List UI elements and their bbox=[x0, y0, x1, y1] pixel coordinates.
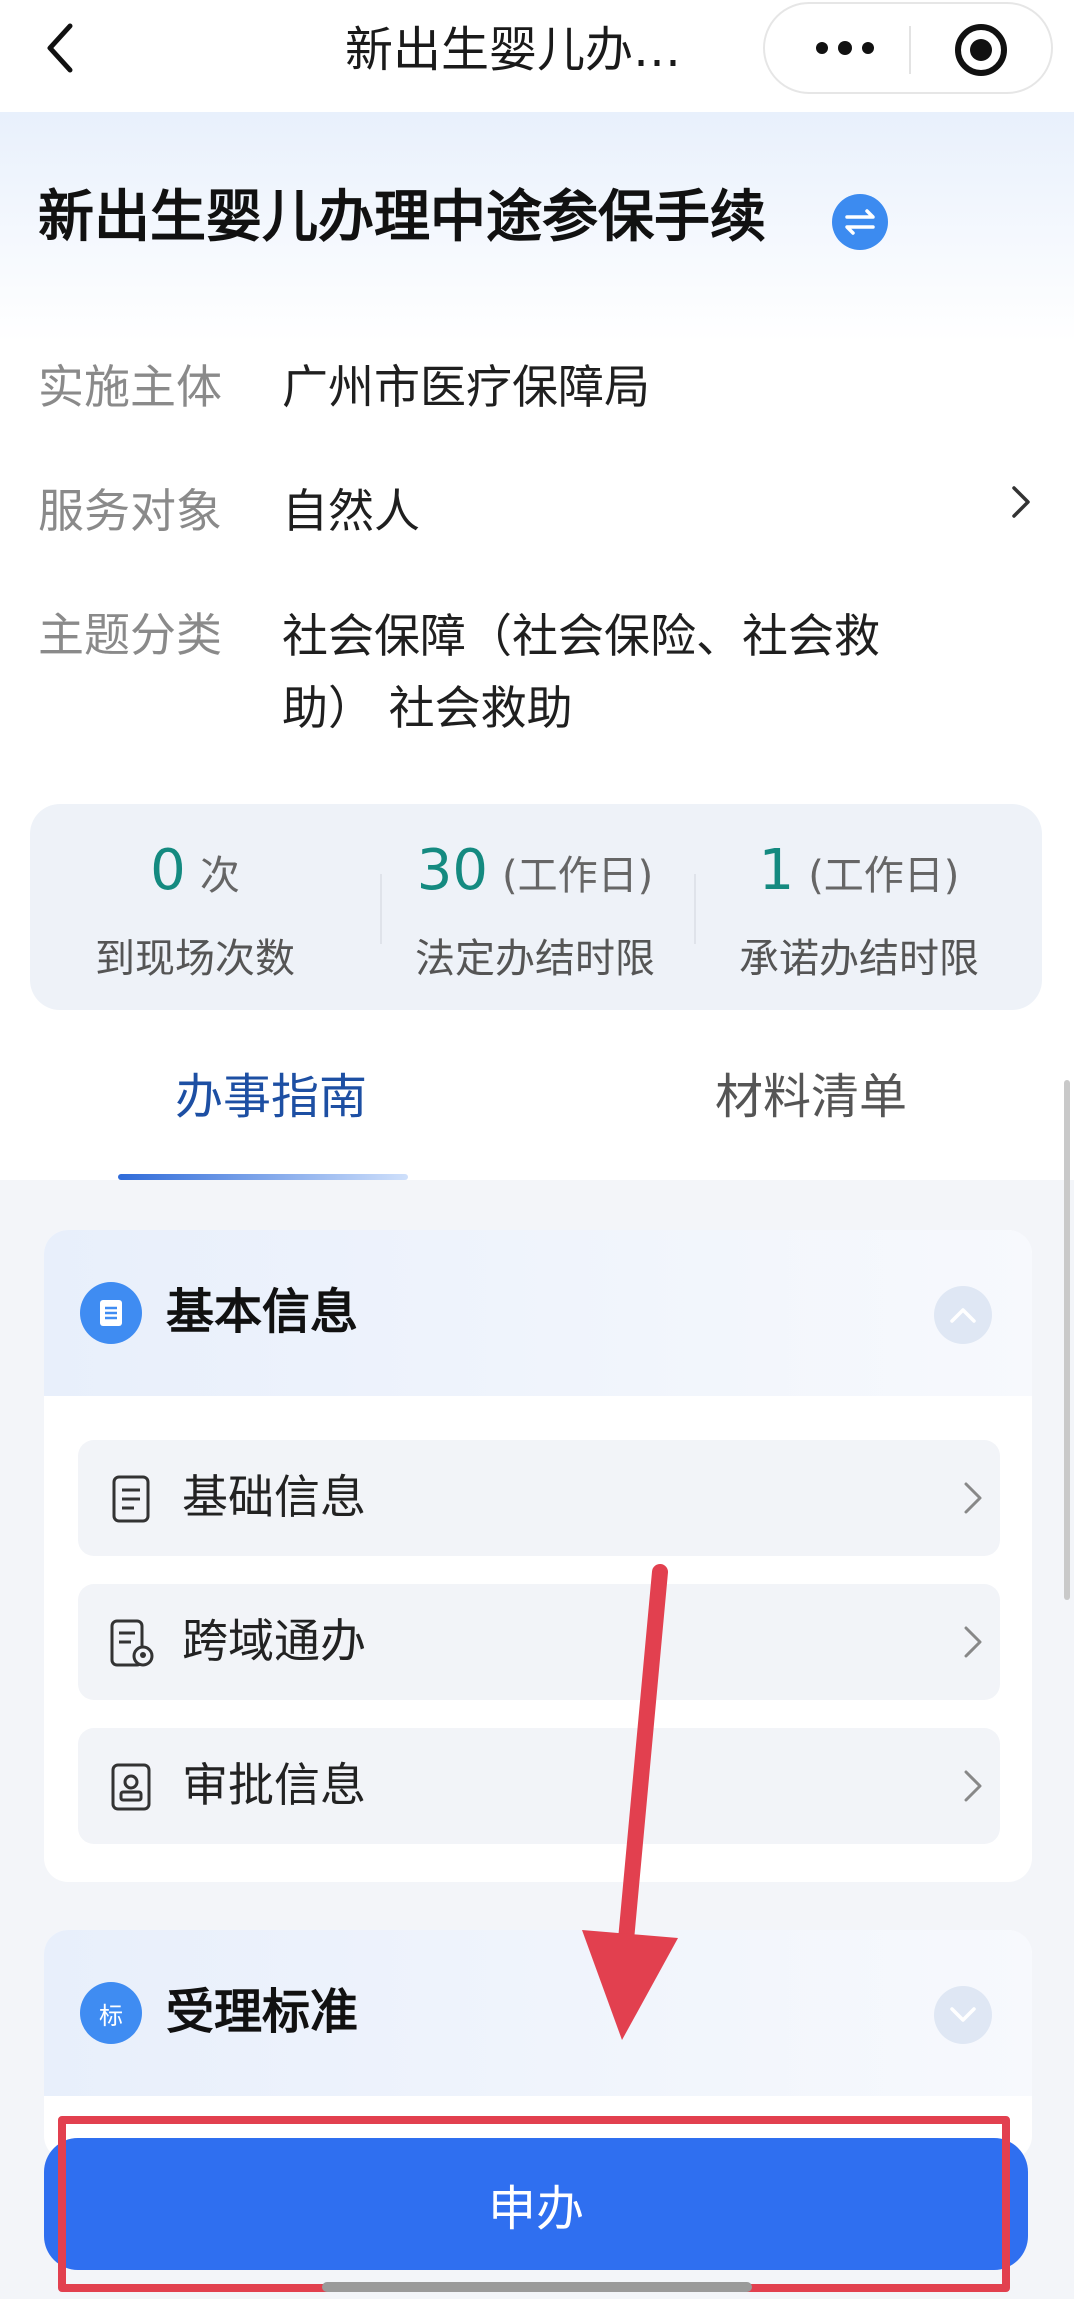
stat-promised-limit: 1 (工作日) 承诺办结时限 bbox=[694, 804, 1024, 1010]
chevron-down-icon[interactable] bbox=[934, 1986, 992, 2044]
document-location-icon bbox=[110, 1619, 154, 1667]
badge-text: 标 bbox=[99, 2001, 123, 2030]
capsule-divider bbox=[909, 26, 911, 74]
info-label: 主题分类 bbox=[38, 608, 222, 662]
list-item-label: 跨域通办 bbox=[182, 1614, 366, 1668]
target-close-icon[interactable] bbox=[955, 24, 1007, 76]
list-item-label: 审批信息 bbox=[182, 1758, 366, 1812]
more-dots-icon[interactable] bbox=[795, 4, 895, 92]
list-item-basic-info[interactable]: 基础信息 bbox=[78, 1440, 1000, 1556]
chevron-right-icon bbox=[964, 1482, 982, 1514]
chevron-right-icon bbox=[964, 1770, 982, 1802]
stat-unit: 次 bbox=[199, 853, 240, 899]
stat-visits: 0次 到现场次数 bbox=[30, 804, 360, 1010]
mini-program-capsule bbox=[763, 2, 1053, 94]
section-title: 基本信息 bbox=[166, 1284, 359, 1340]
stamp-document-icon bbox=[111, 1763, 151, 1811]
chevron-right-icon[interactable] bbox=[1010, 482, 1050, 522]
nav-title: 新出生婴儿办… bbox=[345, 22, 682, 78]
scrollbar[interactable] bbox=[1064, 1080, 1070, 1600]
service-header: 新出生婴儿办理中途参保手续 实施主体 广州市医疗保障局 服务对象 自然人 主题分… bbox=[0, 112, 1074, 1180]
chevron-up-icon[interactable] bbox=[934, 1286, 992, 1344]
list-item-label: 基础信息 bbox=[182, 1470, 366, 1524]
info-value: 广州市医疗保障局 bbox=[282, 360, 650, 414]
stat-legal-limit: 30 (工作日) 法定办结时限 bbox=[370, 804, 700, 1010]
stat-number: 0 bbox=[150, 838, 186, 903]
annotation-arrow-icon bbox=[582, 1564, 678, 2040]
stat-label: 承诺办结时限 bbox=[739, 936, 979, 982]
info-value: 自然人 bbox=[282, 484, 420, 538]
chevron-left-icon[interactable] bbox=[34, 22, 86, 74]
stat-unit: (工作日) bbox=[808, 853, 960, 899]
document-badge-icon bbox=[80, 1282, 142, 1344]
section-header[interactable]: 基本信息 bbox=[44, 1230, 1032, 1396]
info-label: 服务对象 bbox=[38, 484, 222, 538]
section-header[interactable]: 标 受理标准 bbox=[44, 1930, 1032, 2096]
stat-unit: (工作日) bbox=[502, 853, 654, 899]
stats-panel: 0次 到现场次数 30 (工作日) 法定办结时限 1 (工作日) 承诺办结时限 bbox=[30, 804, 1042, 1010]
info-label: 实施主体 bbox=[38, 360, 222, 414]
stat-label: 到现场次数 bbox=[95, 936, 295, 982]
info-value: 社会保障（社会保险、社会救助） 社会救助 bbox=[282, 609, 880, 735]
standard-badge-icon: 标 bbox=[80, 1982, 142, 2044]
document-icon bbox=[112, 1475, 150, 1523]
section-basic-info: 基本信息 基础信息 跨域通办 审批信息 bbox=[44, 1230, 1032, 1882]
tab-guide[interactable]: 办事指南 bbox=[175, 1062, 367, 1132]
stat-label: 法定办结时限 bbox=[415, 936, 655, 982]
page: 新出生婴儿办… 新出生婴儿办理中途参保手续 实施主体 广州市医疗保障局 服务对象… bbox=[0, 0, 1074, 2299]
list-item-approval-info[interactable]: 审批信息 bbox=[78, 1728, 1000, 1844]
stat-number: 30 bbox=[416, 838, 489, 903]
info-row-theme: 主题分类 社会保障（社会保险、社会救助） 社会救助 bbox=[38, 600, 1038, 750]
stat-number: 1 bbox=[758, 838, 795, 903]
nav-bar: 新出生婴儿办… bbox=[0, 0, 1074, 112]
section-title: 受理标准 bbox=[166, 1984, 359, 2040]
tab-materials[interactable]: 材料清单 bbox=[715, 1062, 907, 1132]
service-title: 新出生婴儿办理中途参保手续 bbox=[38, 185, 766, 250]
switch-arrows-icon[interactable] bbox=[832, 194, 888, 250]
home-indicator bbox=[322, 2282, 752, 2292]
tab-active-indicator bbox=[118, 1174, 408, 1180]
list-item-cross-region[interactable]: 跨域通办 bbox=[78, 1584, 1000, 1700]
highlight-box bbox=[58, 2116, 1010, 2292]
chevron-right-icon bbox=[964, 1626, 982, 1658]
